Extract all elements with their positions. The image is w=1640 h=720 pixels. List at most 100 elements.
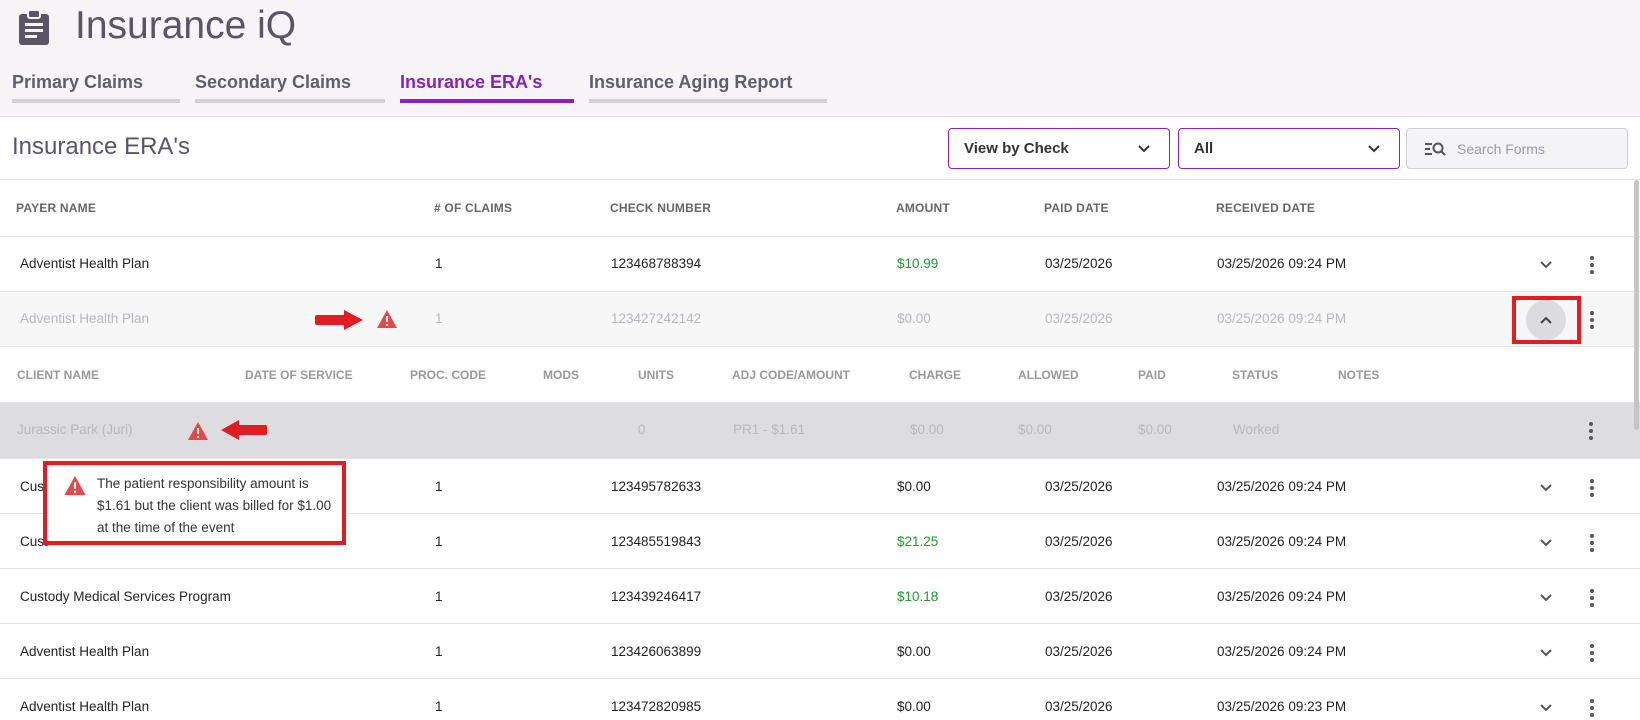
check-number: 123468788394 bbox=[611, 256, 702, 271]
more-options-icon[interactable] bbox=[1590, 699, 1594, 717]
tab-insurance-aging-report[interactable]: Insurance Aging Report bbox=[589, 72, 827, 103]
red-arrow-annotation bbox=[315, 310, 363, 330]
check-number: 123495782633 bbox=[611, 479, 702, 494]
paid-date: 03/25/2026 bbox=[1045, 644, 1113, 659]
chevron-down-icon bbox=[1138, 145, 1150, 153]
table-row-expanded[interactable]: Adventist Health Plan 1 123427242142 $0.… bbox=[0, 292, 1640, 347]
check-number: 123485519843 bbox=[611, 534, 702, 549]
expand-chevron-icon[interactable] bbox=[1539, 538, 1553, 548]
tab-secondary-claims[interactable]: Secondary Claims bbox=[195, 72, 385, 103]
more-options-icon[interactable] bbox=[1590, 256, 1594, 274]
search-list-icon bbox=[1425, 142, 1446, 156]
more-options-icon[interactable] bbox=[1590, 534, 1594, 552]
col-charge: CHARGE bbox=[909, 368, 962, 382]
table-row[interactable]: Adventist Health Plan 1 123426063899 $0.… bbox=[0, 624, 1640, 679]
paid-date: 03/25/2026 bbox=[1045, 699, 1113, 714]
amount: $10.18 bbox=[897, 589, 939, 604]
check-number: 123472820985 bbox=[611, 699, 702, 714]
col-mods: MODS bbox=[543, 368, 579, 382]
subtable-header: CLIENT NAME DATE OF SERVICE PROC. CODE M… bbox=[0, 347, 1640, 403]
warning-tooltip: The patient responsibility amount is $1.… bbox=[43, 461, 346, 545]
tab-insurance-eras[interactable]: Insurance ERA's bbox=[400, 72, 574, 103]
clipboard-icon bbox=[19, 10, 49, 45]
received-date: 03/25/2026 09:24 PM bbox=[1217, 479, 1347, 494]
received-date: 03/25/2026 09:24 PM bbox=[1217, 589, 1347, 604]
check-number: 123439246417 bbox=[611, 589, 702, 604]
app-title: Insurance iQ bbox=[75, 4, 297, 47]
expand-chevron-icon[interactable] bbox=[1539, 648, 1553, 658]
search-box bbox=[1406, 128, 1628, 169]
red-arrow-annotation bbox=[221, 420, 267, 440]
payer-name: Adventist Health Plan bbox=[20, 311, 150, 326]
claims-count: 1 bbox=[435, 589, 443, 604]
view-by-value: View by Check bbox=[964, 140, 1069, 157]
claims-count: 1 bbox=[435, 311, 443, 326]
expand-chevron-icon[interactable] bbox=[1539, 260, 1553, 270]
subtable-row[interactable]: Jurassic Park (Juri) 0 PR1 - $1.61 $0.00… bbox=[0, 403, 1640, 459]
warning-icon[interactable] bbox=[376, 309, 398, 329]
col-received-date[interactable]: RECEIVED DATE bbox=[1216, 201, 1315, 215]
tooltip-text: The patient responsibility amount is $1.… bbox=[97, 476, 332, 535]
amount: $0.00 bbox=[897, 311, 931, 326]
claims-count: 1 bbox=[435, 479, 443, 494]
more-options-icon[interactable] bbox=[1590, 311, 1594, 329]
tab-label: Primary Claims bbox=[12, 72, 144, 92]
check-number: 123426063899 bbox=[611, 644, 702, 659]
amount: $0.00 bbox=[897, 644, 931, 659]
search-input[interactable] bbox=[1457, 137, 1617, 161]
paid-date: 03/25/2026 bbox=[1045, 589, 1113, 604]
client-name: Jurassic Park (Juri) bbox=[17, 422, 133, 437]
expand-chevron-icon[interactable] bbox=[1539, 593, 1553, 603]
amount: $10.99 bbox=[897, 256, 939, 271]
page-title: Insurance ERA's bbox=[12, 133, 190, 160]
status-filter-select[interactable]: All bbox=[1178, 128, 1400, 169]
tab-primary-claims[interactable]: Primary Claims bbox=[12, 72, 180, 103]
col-paid: PAID bbox=[1138, 368, 1166, 382]
more-options-icon[interactable] bbox=[1590, 479, 1594, 497]
paid-date: 03/25/2026 bbox=[1045, 534, 1113, 549]
expand-chevron-icon[interactable] bbox=[1539, 483, 1553, 493]
chevron-down-icon bbox=[1368, 145, 1380, 153]
col-adj-code-amount: ADJ CODE/AMOUNT bbox=[732, 368, 851, 382]
col-paid-date[interactable]: PAID DATE bbox=[1044, 201, 1109, 215]
claims-count: 1 bbox=[435, 644, 443, 659]
col-payer-name[interactable]: PAYER NAME bbox=[16, 201, 96, 215]
vertical-scrollbar[interactable] bbox=[1634, 180, 1639, 430]
received-date: 03/25/2026 09:24 PM bbox=[1217, 644, 1347, 659]
amount: $0.00 bbox=[897, 479, 931, 494]
claims-count: 1 bbox=[435, 534, 443, 549]
table-row[interactable]: Adventist Health Plan 1 123472820985 $0.… bbox=[0, 679, 1640, 720]
amount: $21.25 bbox=[897, 534, 939, 549]
table-row[interactable]: Adventist Health Plan 1 123468788394 $10… bbox=[0, 237, 1640, 292]
claims-count: 1 bbox=[435, 256, 443, 271]
col-check-number[interactable]: CHECK NUMBER bbox=[610, 201, 711, 215]
check-number: 123427242142 bbox=[611, 311, 702, 326]
more-options-icon[interactable] bbox=[1589, 422, 1593, 440]
warning-icon bbox=[64, 476, 86, 495]
highlight-annotation bbox=[1512, 296, 1581, 344]
col-amount[interactable]: AMOUNT bbox=[896, 201, 950, 215]
more-options-icon[interactable] bbox=[1590, 644, 1594, 662]
expand-chevron-icon[interactable] bbox=[1539, 703, 1553, 713]
col-notes: NOTES bbox=[1338, 368, 1380, 382]
claims-count: 1 bbox=[435, 699, 443, 714]
paid: $0.00 bbox=[1138, 422, 1172, 437]
tab-label: Secondary Claims bbox=[195, 72, 352, 92]
col-num-claims[interactable]: # OF CLAIMS bbox=[434, 201, 512, 215]
tab-label: Insurance ERA's bbox=[400, 72, 543, 92]
received-date: 03/25/2026 09:24 PM bbox=[1217, 256, 1347, 271]
table-row[interactable]: Custody Medical Services Program 1 12343… bbox=[0, 569, 1640, 624]
units: 0 bbox=[638, 422, 646, 437]
view-by-select[interactable]: View by Check bbox=[948, 128, 1170, 169]
payer-name: Adventist Health Plan bbox=[20, 644, 150, 659]
more-options-icon[interactable] bbox=[1590, 589, 1594, 607]
received-date: 03/25/2026 09:24 PM bbox=[1217, 311, 1347, 326]
paid-date: 03/25/2026 bbox=[1045, 479, 1113, 494]
paid-date: 03/25/2026 bbox=[1045, 311, 1113, 326]
paid-date: 03/25/2026 bbox=[1045, 256, 1113, 271]
received-date: 03/25/2026 09:23 PM bbox=[1217, 699, 1347, 714]
col-allowed: ALLOWED bbox=[1018, 368, 1079, 382]
warning-icon[interactable] bbox=[187, 421, 209, 441]
col-date-of-service: DATE OF SERVICE bbox=[245, 368, 353, 382]
received-date: 03/25/2026 09:24 PM bbox=[1217, 534, 1347, 549]
